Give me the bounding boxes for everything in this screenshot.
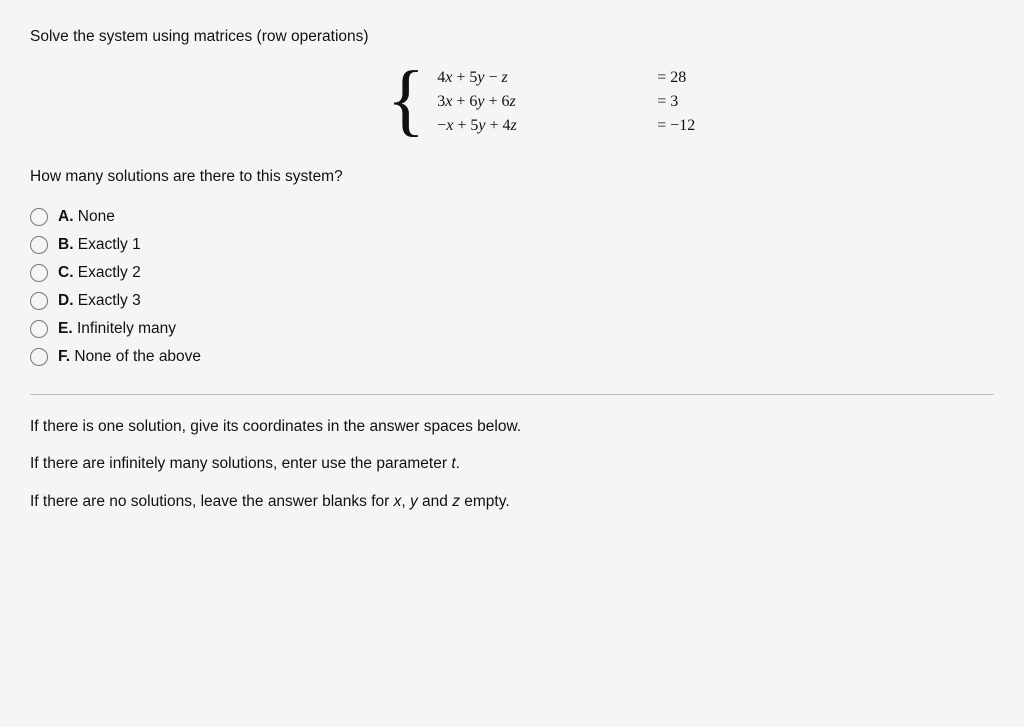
instruction-2: If there are infinitely many solutions, … (30, 452, 994, 475)
page-container: Solve the system using matrices (row ope… (0, 0, 1024, 727)
instructions: If there is one solution, give its coord… (30, 415, 994, 513)
option-a-label: A. None (58, 208, 115, 226)
option-c-row[interactable]: C. Exactly 2 (30, 264, 994, 282)
option-e-row[interactable]: E. Infinitely many (30, 320, 994, 338)
radio-d[interactable] (30, 292, 48, 310)
radio-a[interactable] (30, 208, 48, 226)
option-f-row[interactable]: F. None of the above (30, 348, 994, 366)
curly-brace-icon: { (387, 60, 425, 140)
radio-e[interactable] (30, 320, 48, 338)
answer-options: A. None B. Exactly 1 C. Exactly 2 D. Exa… (30, 208, 994, 366)
option-f-label: F. None of the above (58, 348, 201, 366)
problem-title: Solve the system using matrices (row ope… (30, 28, 994, 46)
eq-lhs-1: 4x + 5y − z (437, 69, 637, 87)
option-b-label: B. Exactly 1 (58, 236, 141, 254)
instruction-1: If there is one solution, give its coord… (30, 415, 994, 438)
eq-equals-2: = 3 (637, 93, 697, 111)
option-d-row[interactable]: D. Exactly 3 (30, 292, 994, 310)
option-b-row[interactable]: B. Exactly 1 (30, 236, 994, 254)
eq-lhs-3: −x + 5y + 4z (437, 117, 637, 135)
brace-system: { 4x + 5y − z = 28 3x + 6y + 6z = 3 −x +… (387, 64, 697, 140)
question-text: How many solutions are there to this sys… (30, 168, 994, 186)
option-e-label: E. Infinitely many (58, 320, 176, 338)
equation-row-2: 3x + 6y + 6z = 3 (437, 93, 697, 111)
radio-c[interactable] (30, 264, 48, 282)
eq-equals-1: = 28 (637, 69, 697, 87)
equation-row-1: 4x + 5y − z = 28 (437, 69, 697, 87)
option-d-label: D. Exactly 3 (58, 292, 141, 310)
option-c-label: C. Exactly 2 (58, 264, 141, 282)
radio-b[interactable] (30, 236, 48, 254)
instruction-3: If there are no solutions, leave the ans… (30, 490, 994, 513)
option-a-row[interactable]: A. None (30, 208, 994, 226)
eq-equals-3: = −12 (637, 117, 697, 135)
equation-block: { 4x + 5y − z = 28 3x + 6y + 6z = 3 −x +… (90, 64, 994, 140)
divider (30, 394, 994, 395)
equation-row-3: −x + 5y + 4z = −12 (437, 117, 697, 135)
radio-f[interactable] (30, 348, 48, 366)
equations: 4x + 5y − z = 28 3x + 6y + 6z = 3 −x + 5… (437, 69, 697, 135)
eq-lhs-2: 3x + 6y + 6z (437, 93, 637, 111)
